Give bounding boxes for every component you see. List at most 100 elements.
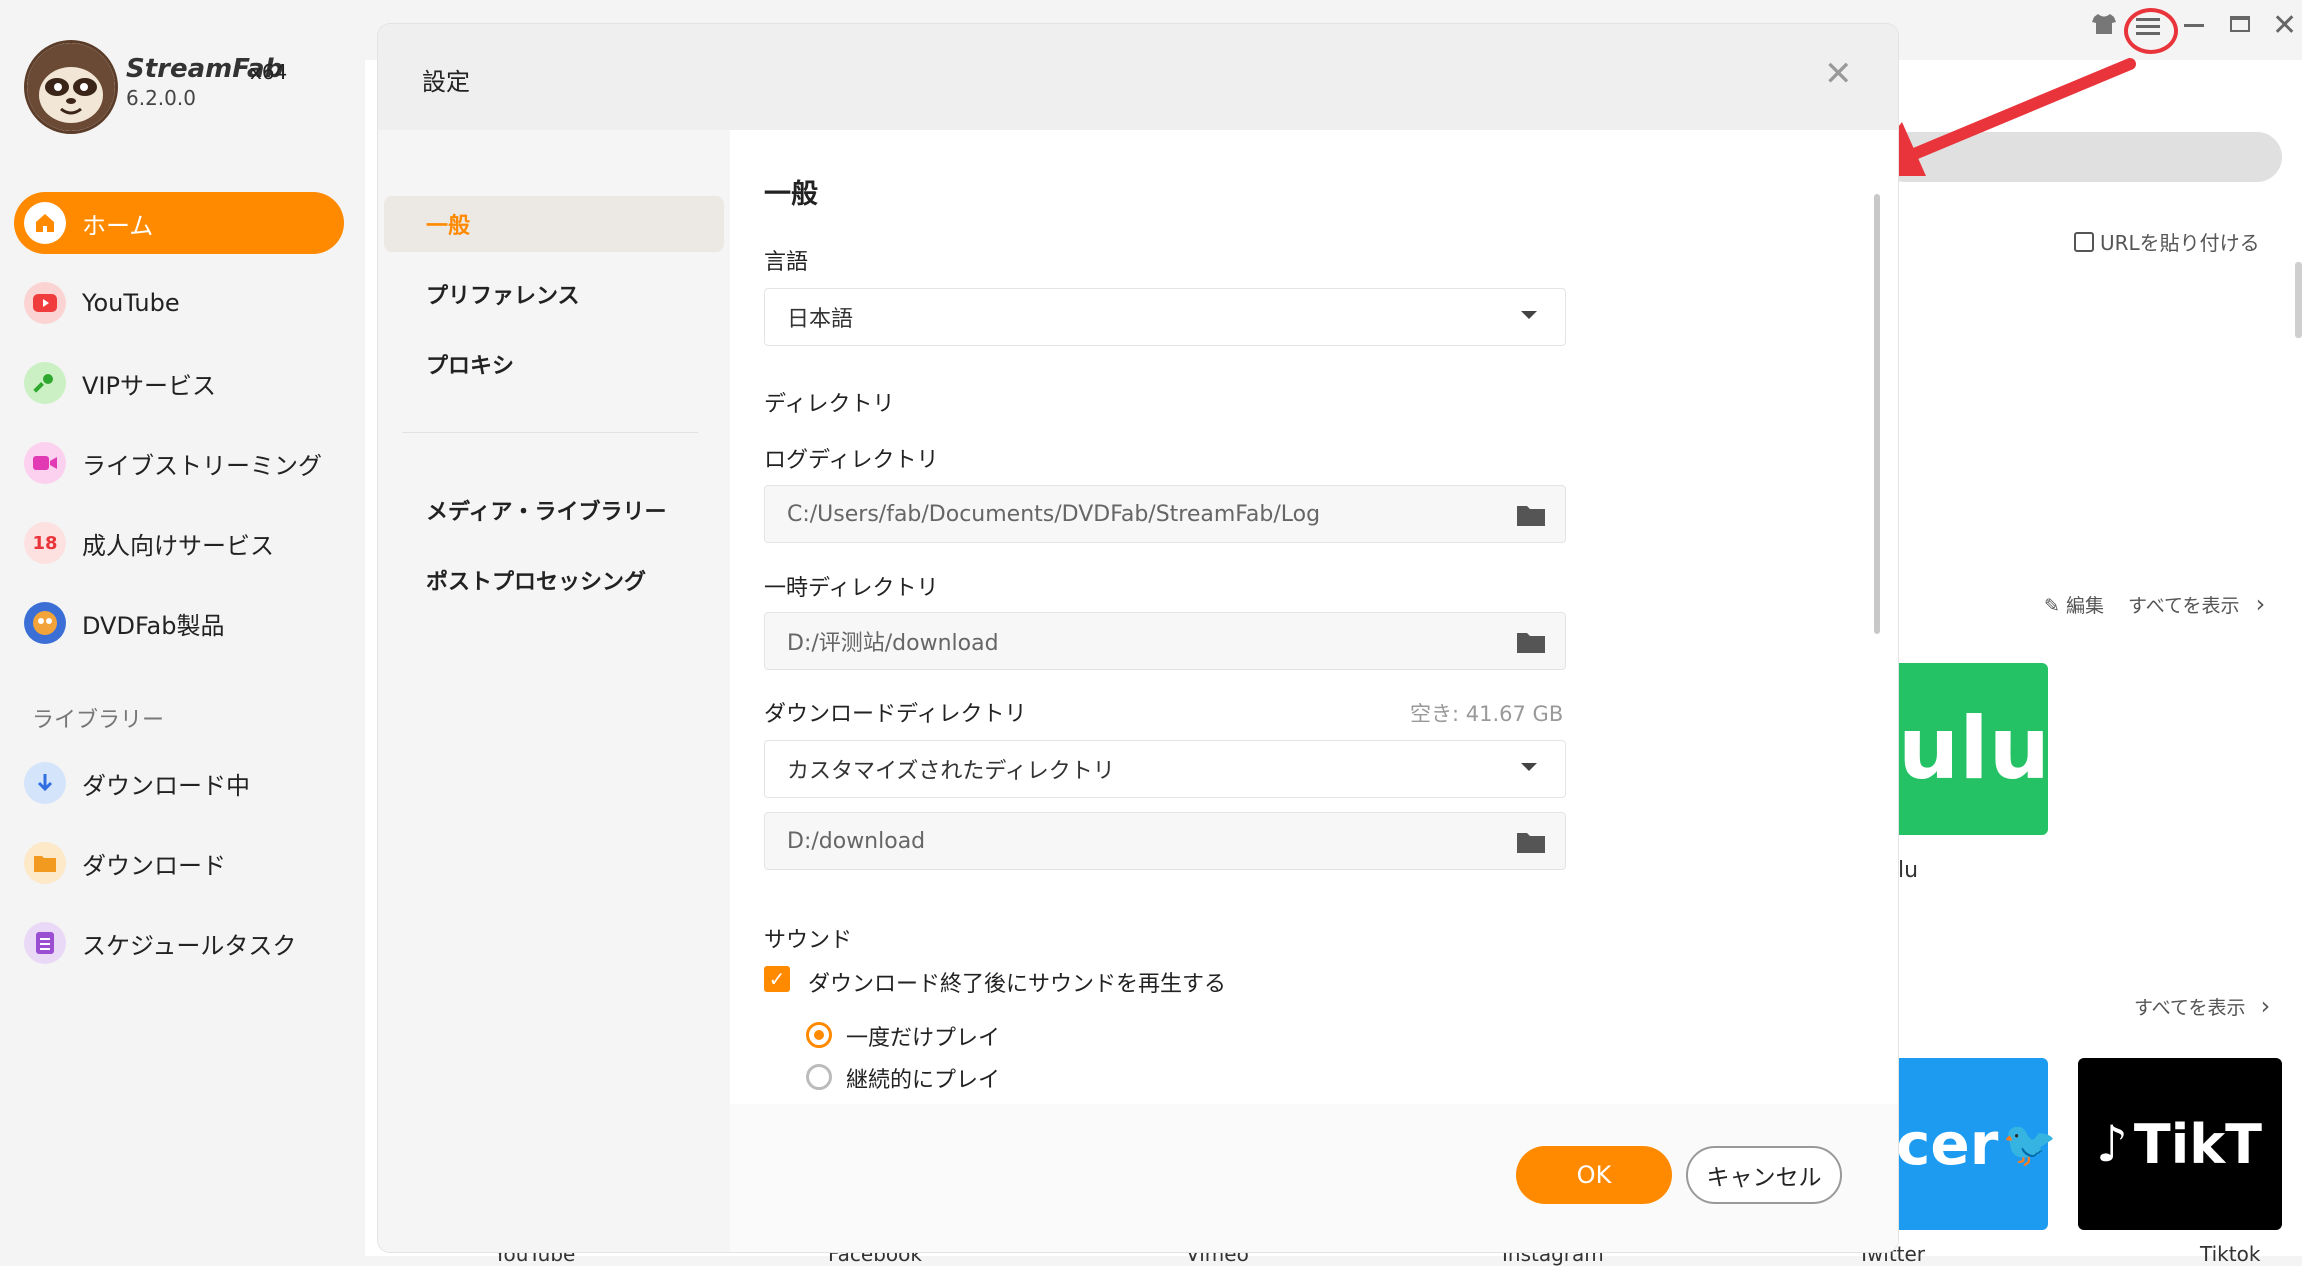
menu-item-preferences[interactable]: プリファレンス (384, 266, 724, 322)
dvdfab-icon (24, 602, 66, 644)
sidebar-item-youtube[interactable]: YouTube (14, 272, 344, 334)
chevron-right-icon: › (2260, 992, 2271, 1020)
sidebar-item-live[interactable]: ライブストリーミング (14, 432, 344, 494)
twitter-bird-icon: 🐦 (2002, 1119, 2058, 1170)
sidebar-item-dvdfab[interactable]: DVDFab製品 (14, 592, 344, 654)
log-dir-value: C:/Users/fab/Documents/DVDFab/StreamFab/… (787, 501, 1321, 527)
menu-item-post-processing[interactable]: ポストプロセッシング (384, 552, 724, 608)
youtube-icon (24, 282, 66, 324)
hulu-tile[interactable]: ulu (1890, 663, 2050, 835)
sidebar-item-downloaded[interactable]: ダウンロード (14, 832, 344, 894)
streamfab-logo (24, 40, 118, 134)
edit-button[interactable]: 編集 (2066, 595, 2104, 617)
folder-icon[interactable] (1517, 631, 1545, 653)
chevron-right-icon: › (2255, 590, 2266, 618)
library-heading: ライブラリー (32, 708, 165, 733)
twitter-tile-text: cer (1896, 1110, 1999, 1178)
sidebar-item-vip[interactable]: VIPサービス (14, 352, 344, 414)
maximize-icon[interactable] (2230, 16, 2250, 32)
tiktok-tile-text: TikT (2133, 1112, 2263, 1176)
log-dir-field[interactable]: C:/Users/fab/Documents/DVDFab/StreamFab/… (764, 485, 1566, 543)
language-label: 言語 (764, 250, 809, 275)
sidebar-item-schedule[interactable]: スケジュールタスク (14, 912, 344, 974)
chevron-down-icon (1521, 763, 1537, 771)
sidebar-item-label: ライブストリーミング (82, 451, 322, 480)
sound-checkbox-label: ダウンロード終了後にサウンドを再生する (808, 972, 1227, 997)
settings-scrollbar[interactable] (1874, 194, 1880, 634)
hulu-label: lu (1898, 858, 1919, 883)
ok-button[interactable]: OK (1516, 1146, 1672, 1204)
sidebar-item-label: ダウンロード (82, 851, 226, 880)
paste-icon (2074, 232, 2094, 252)
show-all-link[interactable]: すべてを表示 (2128, 595, 2240, 617)
language-select[interactable]: 日本語 (764, 288, 1566, 346)
log-dir-label: ログディレクトリ (764, 448, 939, 473)
tiktok-note-icon: ♪ (2096, 1115, 2128, 1173)
download-path-value: D:/download (787, 828, 926, 854)
edit-row: ✎ 編集 すべてを表示 › (2044, 590, 2265, 618)
annotation-circle (2124, 8, 2178, 54)
sidebar-item-adult[interactable]: 18 成人向けサービス (14, 512, 344, 574)
sound-checkbox[interactable]: ✓ (764, 966, 790, 992)
minimize-icon[interactable] (2184, 24, 2204, 27)
main-scrollbar[interactable] (2295, 262, 2302, 338)
sidebar-item-label: スケジュールタスク (82, 931, 297, 960)
twitter-tile[interactable]: cer 🐦 (1890, 1058, 2057, 1230)
dialog-title: 設定 (422, 68, 470, 96)
radio-play-continuous-label: 継続的にプレイ (846, 1068, 1001, 1093)
sidebar-item-label: YouTube (82, 289, 180, 317)
show-all-link[interactable]: すべてを表示 (2134, 997, 2246, 1019)
directory-heading: ディレクトリ (764, 392, 895, 417)
sidebar-item-downloading[interactable]: ダウンロード中 (14, 752, 344, 814)
paste-url-button[interactable]: URLを貼り付ける (2074, 227, 2260, 256)
tiktok-tile[interactable]: ♪ TikT (2078, 1058, 2282, 1230)
show-all-row-2: すべてを表示 › (2134, 992, 2270, 1020)
sound-heading: サウンド (764, 928, 853, 953)
menu-divider (402, 432, 698, 433)
edit-icon[interactable]: ✎ (2044, 595, 2060, 617)
close-window-icon[interactable]: ✕ (2272, 8, 2297, 43)
sidebar: StreamFab x64 6.2.0.0 ホーム YouTube VIPサービ… (0, 0, 365, 1256)
task-list-icon (24, 922, 66, 964)
radio-play-continuous[interactable] (806, 1064, 832, 1090)
download-dir-label: ダウンロードディレクトリ (764, 702, 1027, 727)
sidebar-item-label: ホーム (82, 211, 154, 240)
chevron-down-icon (1521, 311, 1537, 319)
service-label: Tiktok (2200, 1242, 2261, 1266)
language-value: 日本語 (787, 307, 854, 332)
temp-dir-label: 一時ディレクトリ (764, 576, 939, 601)
folder-icon[interactable] (1517, 831, 1545, 853)
camera-icon (24, 442, 66, 484)
menu-item-proxy[interactable]: プロキシ (384, 336, 724, 392)
folder-icon[interactable] (1517, 504, 1545, 526)
sidebar-item-label: ダウンロード中 (82, 771, 250, 800)
download-dir-select-value: カスタマイズされたディレクトリ (787, 759, 1115, 784)
folder-icon (24, 842, 66, 884)
paste-url-label: URLを貼り付ける (2100, 231, 2260, 255)
key-icon (24, 362, 66, 404)
download-path-field[interactable]: D:/download (764, 812, 1566, 870)
settings-dialog: 設定 ✕ 一般 プリファレンス プロキシ メディア・ライブラリー ポストプロセッ… (378, 24, 1898, 1252)
home-icon (24, 202, 66, 244)
radio-play-once[interactable] (806, 1022, 832, 1048)
sidebar-item-label: 成人向けサービス (82, 531, 274, 560)
dialog-header: 設定 ✕ (378, 24, 1898, 130)
close-icon[interactable]: ✕ (1824, 54, 1853, 94)
app-arch: x64 (250, 60, 288, 84)
shirt-icon[interactable] (2092, 14, 2116, 40)
download-arrow-icon (24, 762, 66, 804)
free-space: 空き: 41.67 GB (1410, 702, 1564, 726)
settings-menu: 一般 プリファレンス プロキシ メディア・ライブラリー ポストプロセッシング (378, 130, 730, 1252)
sidebar-item-home[interactable]: ホーム (14, 192, 344, 254)
sidebar-item-label: DVDFab製品 (82, 611, 225, 640)
menu-item-general[interactable]: 一般 (384, 196, 724, 252)
cancel-button[interactable]: キャンセル (1686, 1146, 1842, 1204)
app-version: 6.2.0.0 (126, 86, 196, 110)
temp-dir-field[interactable]: D:/评测站/download (764, 612, 1566, 670)
section-title: 一般 (764, 179, 818, 210)
hulu-tile-text: ulu (1898, 699, 2050, 799)
adult-18-icon: 18 (24, 522, 66, 564)
sidebar-item-label: VIPサービス (82, 371, 216, 400)
download-dir-select[interactable]: カスタマイズされたディレクトリ (764, 740, 1566, 798)
menu-item-media-library[interactable]: メディア・ライブラリー (384, 482, 724, 538)
